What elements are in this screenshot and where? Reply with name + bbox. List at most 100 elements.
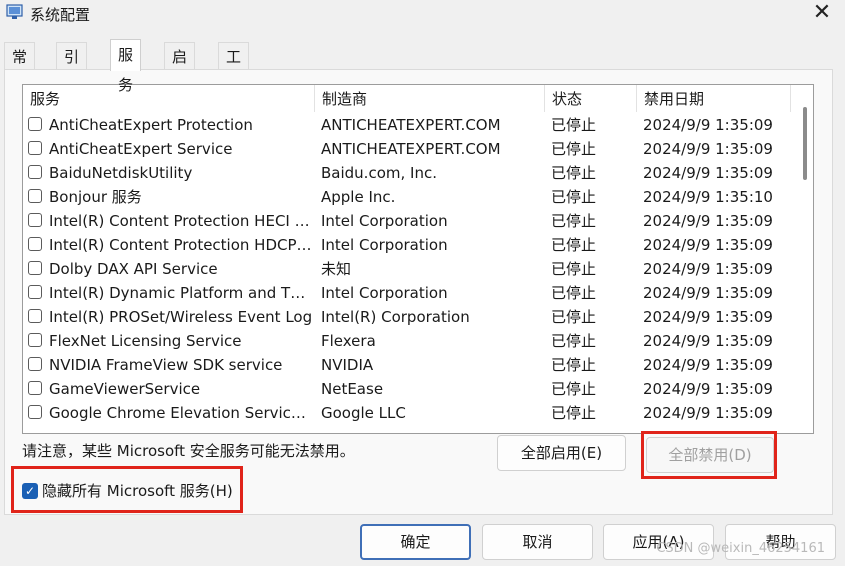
service-status: 已停止: [551, 380, 597, 398]
service-checkbox[interactable]: [28, 189, 42, 203]
service-manufacturer: ANTICHEATEXPERT.COM: [321, 116, 501, 134]
service-name: Bonjour 服务: [49, 188, 142, 206]
service-status: 已停止: [551, 404, 597, 422]
service-checkbox[interactable]: [28, 285, 42, 299]
table-row[interactable]: Intel(R) Content Protection HDCP ... Int…: [23, 233, 798, 257]
service-disabled-date: 2024/9/9 1:35:09: [643, 380, 773, 398]
service-status: 已停止: [551, 188, 597, 206]
service-manufacturer: Intel Corporation: [321, 236, 448, 254]
service-name: Google Chrome Elevation Service (...: [49, 404, 313, 422]
security-note: 请注意，某些 Microsoft 安全服务可能无法禁用。: [22, 442, 355, 460]
list-rows: AntiCheatExpert Protection ANTICHEATEXPE…: [23, 113, 798, 425]
service-manufacturer: Intel(R) Corporation: [321, 308, 470, 326]
service-name: Intel(R) Content Protection HECI S...: [49, 212, 313, 230]
close-button[interactable]: ✕: [799, 0, 845, 30]
service-disabled-date: 2024/9/9 1:35:09: [643, 404, 773, 422]
service-disabled-date: 2024/9/9 1:35:09: [643, 332, 773, 350]
service-name: Dolby DAX API Service: [49, 260, 218, 278]
service-status: 已停止: [551, 116, 597, 134]
service-checkbox[interactable]: [28, 213, 42, 227]
service-checkbox[interactable]: [28, 405, 42, 419]
service-disabled-date: 2024/9/9 1:35:09: [643, 164, 773, 182]
service-checkbox[interactable]: [28, 381, 42, 395]
service-status: 已停止: [551, 308, 597, 326]
service-disabled-date: 2024/9/9 1:35:10: [643, 188, 773, 206]
cancel-button[interactable]: 取消: [482, 524, 593, 560]
table-row[interactable]: GameViewerService NetEase 已停止 2024/9/9 1…: [23, 377, 798, 401]
service-checkbox[interactable]: [28, 117, 42, 131]
table-row[interactable]: Intel(R) Content Protection HECI S... In…: [23, 209, 798, 233]
service-checkbox[interactable]: [28, 357, 42, 371]
scrollbar-thumb[interactable]: [803, 107, 807, 180]
service-checkbox[interactable]: [28, 309, 42, 323]
service-manufacturer: Flexera: [321, 332, 376, 350]
column-header-status[interactable]: 状态: [545, 85, 637, 112]
table-row[interactable]: Intel(R) Dynamic Platform and Ther... In…: [23, 281, 798, 305]
service-manufacturer: 未知: [321, 260, 352, 278]
service-manufacturer: NVIDIA: [321, 356, 374, 374]
table-row[interactable]: FlexNet Licensing Service Flexera 已停止 20…: [23, 329, 798, 353]
table-row[interactable]: AntiCheatExpert Protection ANTICHEATEXPE…: [23, 113, 798, 137]
service-manufacturer: Intel Corporation: [321, 212, 448, 230]
table-row[interactable]: AntiCheatExpert Service ANTICHEATEXPERT.…: [23, 137, 798, 161]
service-name: FlexNet Licensing Service: [49, 332, 242, 350]
service-checkbox[interactable]: [28, 141, 42, 155]
service-disabled-date: 2024/9/9 1:35:09: [643, 116, 773, 134]
table-row[interactable]: Bonjour 服务 Apple Inc. 已停止 2024/9/9 1:35:…: [23, 185, 798, 209]
column-header-service[interactable]: 服务: [23, 85, 315, 112]
service-name: BaiduNetdiskUtility: [49, 164, 193, 182]
service-manufacturer: Intel Corporation: [321, 284, 448, 302]
close-icon: ✕: [812, 0, 832, 25]
service-name: NVIDIA FrameView SDK service: [49, 356, 283, 374]
table-row[interactable]: Dolby DAX API Service 未知 已停止 2024/9/9 1:…: [23, 257, 798, 281]
service-name: GameViewerService: [49, 380, 201, 398]
highlight-box-hide-ms: [11, 466, 243, 513]
enable-all-button[interactable]: 全部启用(E): [497, 435, 626, 471]
tab-startup[interactable]: 启动: [164, 42, 196, 94]
tab-tools[interactable]: 工具: [218, 42, 250, 94]
table-row[interactable]: NVIDIA FrameView SDK service NVIDIA 已停止 …: [23, 353, 798, 377]
column-header-manufacturer[interactable]: 制造商: [315, 85, 545, 112]
list-header: 服务 制造商 状态 禁用日期: [23, 85, 813, 113]
window-title: 系统配置: [30, 6, 91, 24]
table-row[interactable]: Intel(R) PROSet/Wireless Event Log Intel…: [23, 305, 798, 329]
list-scrollbar[interactable]: [797, 85, 813, 433]
service-checkbox[interactable]: [28, 333, 42, 347]
service-status: 已停止: [551, 236, 597, 254]
service-manufacturer: ANTICHEATEXPERT.COM: [321, 140, 501, 158]
service-disabled-date: 2024/9/9 1:35:09: [643, 236, 773, 254]
service-disabled-date: 2024/9/9 1:35:09: [643, 212, 773, 230]
service-disabled-date: 2024/9/9 1:35:09: [643, 284, 773, 302]
title-bar: 系统配置 ✕: [0, 0, 845, 30]
service-disabled-date: 2024/9/9 1:35:09: [643, 140, 773, 158]
service-disabled-date: 2024/9/9 1:35:09: [643, 308, 773, 326]
column-header-disabled-date[interactable]: 禁用日期: [637, 85, 791, 112]
tab-general[interactable]: 常规: [4, 42, 36, 94]
service-name: AntiCheatExpert Protection: [49, 116, 253, 134]
service-name: Intel(R) PROSet/Wireless Event Log: [49, 308, 313, 326]
service-status: 已停止: [551, 284, 597, 302]
tab-services[interactable]: 服务: [110, 39, 142, 94]
service-disabled-date: 2024/9/9 1:35:09: [643, 260, 773, 278]
service-status: 已停止: [551, 212, 597, 230]
service-status: 已停止: [551, 356, 597, 374]
table-row[interactable]: Google Chrome Elevation Service (... Goo…: [23, 401, 798, 425]
service-status: 已停止: [551, 260, 597, 278]
service-status: 已停止: [551, 140, 597, 158]
tab-boot[interactable]: 引导: [56, 42, 88, 94]
service-checkbox[interactable]: [28, 165, 42, 179]
system-config-icon: [6, 4, 23, 19]
services-list[interactable]: 服务 制造商 状态 禁用日期 AntiCheatExpert Protectio…: [22, 84, 814, 434]
service-manufacturer: Baidu.com, Inc.: [321, 164, 437, 182]
highlight-box-disable-all: [641, 431, 777, 479]
service-checkbox[interactable]: [28, 237, 42, 251]
service-status: 已停止: [551, 332, 597, 350]
service-disabled-date: 2024/9/9 1:35:09: [643, 356, 773, 374]
service-status: 已停止: [551, 164, 597, 182]
ok-button[interactable]: 确定: [360, 524, 471, 560]
service-name: AntiCheatExpert Service: [49, 140, 233, 158]
watermark: CSDN @weixin_46254161: [656, 541, 825, 556]
service-checkbox[interactable]: [28, 261, 42, 275]
table-row[interactable]: BaiduNetdiskUtility Baidu.com, Inc. 已停止 …: [23, 161, 798, 185]
service-manufacturer: NetEase: [321, 380, 384, 398]
